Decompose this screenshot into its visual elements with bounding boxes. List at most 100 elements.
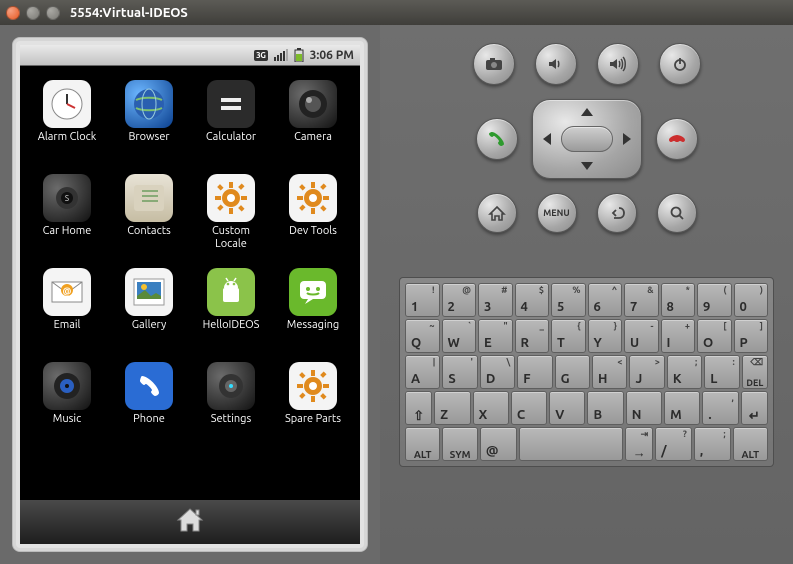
key-f[interactable]: F — [517, 355, 552, 389]
app-grid[interactable]: Alarm ClockBrowserCalculatorCamera SCar H… — [20, 66, 360, 500]
key-↵[interactable]: ↵ — [741, 391, 768, 425]
dpad-center[interactable] — [561, 126, 613, 152]
window-title: 5554:Virtual-IDEOS — [70, 6, 188, 20]
key-k[interactable]: K; — [667, 355, 702, 389]
key-v[interactable]: V — [549, 391, 585, 425]
camera-button[interactable] — [473, 43, 515, 85]
gear-icon — [289, 174, 337, 222]
dpad-left[interactable] — [543, 133, 551, 145]
app-email[interactable]: @Email — [26, 268, 108, 362]
key-l[interactable]: L: — [704, 355, 739, 389]
car-icon: S — [43, 174, 91, 222]
key-e[interactable]: E" — [478, 319, 513, 353]
key-y[interactable]: Y} — [588, 319, 623, 353]
status-bar: 3G 3:06 PM — [20, 45, 360, 66]
gear2-icon — [207, 362, 255, 410]
key-a[interactable]: A| — [405, 355, 440, 389]
power-button[interactable] — [659, 43, 701, 85]
app-settings[interactable]: Settings — [190, 362, 272, 456]
app-music[interactable]: Music — [26, 362, 108, 456]
app-car-home[interactable]: SCar Home — [26, 174, 108, 268]
dpad-up[interactable] — [581, 108, 593, 116]
dpad-right[interactable] — [623, 133, 631, 145]
volume-down-button[interactable] — [535, 43, 577, 85]
menu-button[interactable]: MENU — [537, 193, 577, 233]
app-phone[interactable]: Phone — [108, 362, 190, 456]
key-⇧[interactable]: ⇧ — [405, 391, 432, 425]
dpad-down[interactable] — [581, 162, 593, 170]
app-camera[interactable]: Camera — [272, 80, 354, 174]
window-maximize-button[interactable] — [46, 6, 60, 20]
key-alt[interactable]: ALT — [405, 427, 440, 461]
end-call-button[interactable] — [656, 118, 698, 160]
key-m[interactable]: M — [664, 391, 700, 425]
key-@[interactable]: @ — [480, 427, 517, 461]
key-7[interactable]: 7& — [624, 283, 659, 317]
key-r[interactable]: R_ — [515, 319, 550, 353]
window-minimize-button[interactable] — [26, 6, 40, 20]
volume-up-button[interactable] — [597, 43, 639, 85]
key-/[interactable]: /? — [655, 427, 692, 461]
key-1[interactable]: 1! — [405, 283, 440, 317]
key-sym[interactable]: SYM — [442, 427, 477, 461]
key-0[interactable]: 0) — [734, 283, 769, 317]
threeg-icon: 3G — [254, 50, 267, 61]
key-q[interactable]: Q~ — [405, 319, 440, 353]
key-9[interactable]: 9( — [697, 283, 732, 317]
window-close-button[interactable] — [6, 6, 20, 20]
app-spare-parts[interactable]: Spare Parts — [272, 362, 354, 456]
key-2[interactable]: 2@ — [442, 283, 477, 317]
key-b[interactable]: B — [587, 391, 623, 425]
key-6[interactable]: 6^ — [588, 283, 623, 317]
home-icon[interactable] — [174, 505, 206, 539]
app-messaging[interactable]: Messaging — [272, 268, 354, 362]
home-button[interactable] — [477, 193, 517, 233]
home-bar — [20, 500, 360, 544]
svg-text:@: @ — [63, 286, 72, 296]
app-label: Dev Tools — [289, 225, 337, 238]
kb-row-1: 1!2@3#4$5%6^7&8*9(0) — [404, 282, 769, 318]
search-button[interactable] — [657, 193, 697, 233]
key-g[interactable]: G — [555, 355, 590, 389]
key-i[interactable]: I+ — [661, 319, 696, 353]
app-gallery[interactable]: Gallery — [108, 268, 190, 362]
app-label: Gallery — [132, 319, 167, 332]
key-h[interactable]: H< — [592, 355, 627, 389]
app-alarm-clock[interactable]: Alarm Clock — [26, 80, 108, 174]
key-,[interactable]: ,; — [694, 427, 731, 461]
book-icon — [125, 174, 173, 222]
app-helloideos[interactable]: HelloIDEOS — [190, 268, 272, 362]
key-n[interactable]: N — [626, 391, 662, 425]
key-del[interactable]: ⌫DEL — [742, 355, 768, 389]
key-3[interactable]: 3# — [478, 283, 513, 317]
signal-icon — [274, 49, 288, 61]
call-button[interactable] — [476, 118, 518, 160]
key-.[interactable]: ., — [702, 391, 738, 425]
key-c[interactable]: C — [511, 391, 547, 425]
back-button[interactable] — [597, 193, 637, 233]
key-z[interactable]: Z — [434, 391, 470, 425]
key-→[interactable]: →⇥ — [625, 427, 653, 461]
gear-icon — [207, 174, 255, 222]
key-t[interactable]: T{ — [551, 319, 586, 353]
key-u[interactable]: U- — [624, 319, 659, 353]
key-alt[interactable]: ALT — [733, 427, 768, 461]
key-d[interactable]: D\ — [480, 355, 515, 389]
keyboard: 1!2@3#4$5%6^7&8*9(0)Q~W`E"R_T{Y}U-I+O[P]… — [399, 277, 774, 467]
app-dev-tools[interactable]: Dev Tools — [272, 174, 354, 268]
key-8[interactable]: 8* — [661, 283, 696, 317]
key-x[interactable]: X — [473, 391, 509, 425]
app-calculator[interactable]: Calculator — [190, 80, 272, 174]
phone-screen: 3G 3:06 PM Alarm ClockBrowserCalculatorC… — [20, 45, 360, 544]
key-5[interactable]: 5% — [551, 283, 586, 317]
key-o[interactable]: O[ — [697, 319, 732, 353]
app-custom-locale[interactable]: Custom Locale — [190, 174, 272, 268]
app-browser[interactable]: Browser — [108, 80, 190, 174]
key-w[interactable]: W` — [442, 319, 477, 353]
key-j[interactable]: J> — [629, 355, 664, 389]
app-contacts[interactable]: Contacts — [108, 174, 190, 268]
key-s[interactable]: S' — [442, 355, 477, 389]
key-4[interactable]: 4$ — [515, 283, 550, 317]
key-p[interactable]: P] — [734, 319, 769, 353]
key-space[interactable] — [519, 427, 624, 461]
